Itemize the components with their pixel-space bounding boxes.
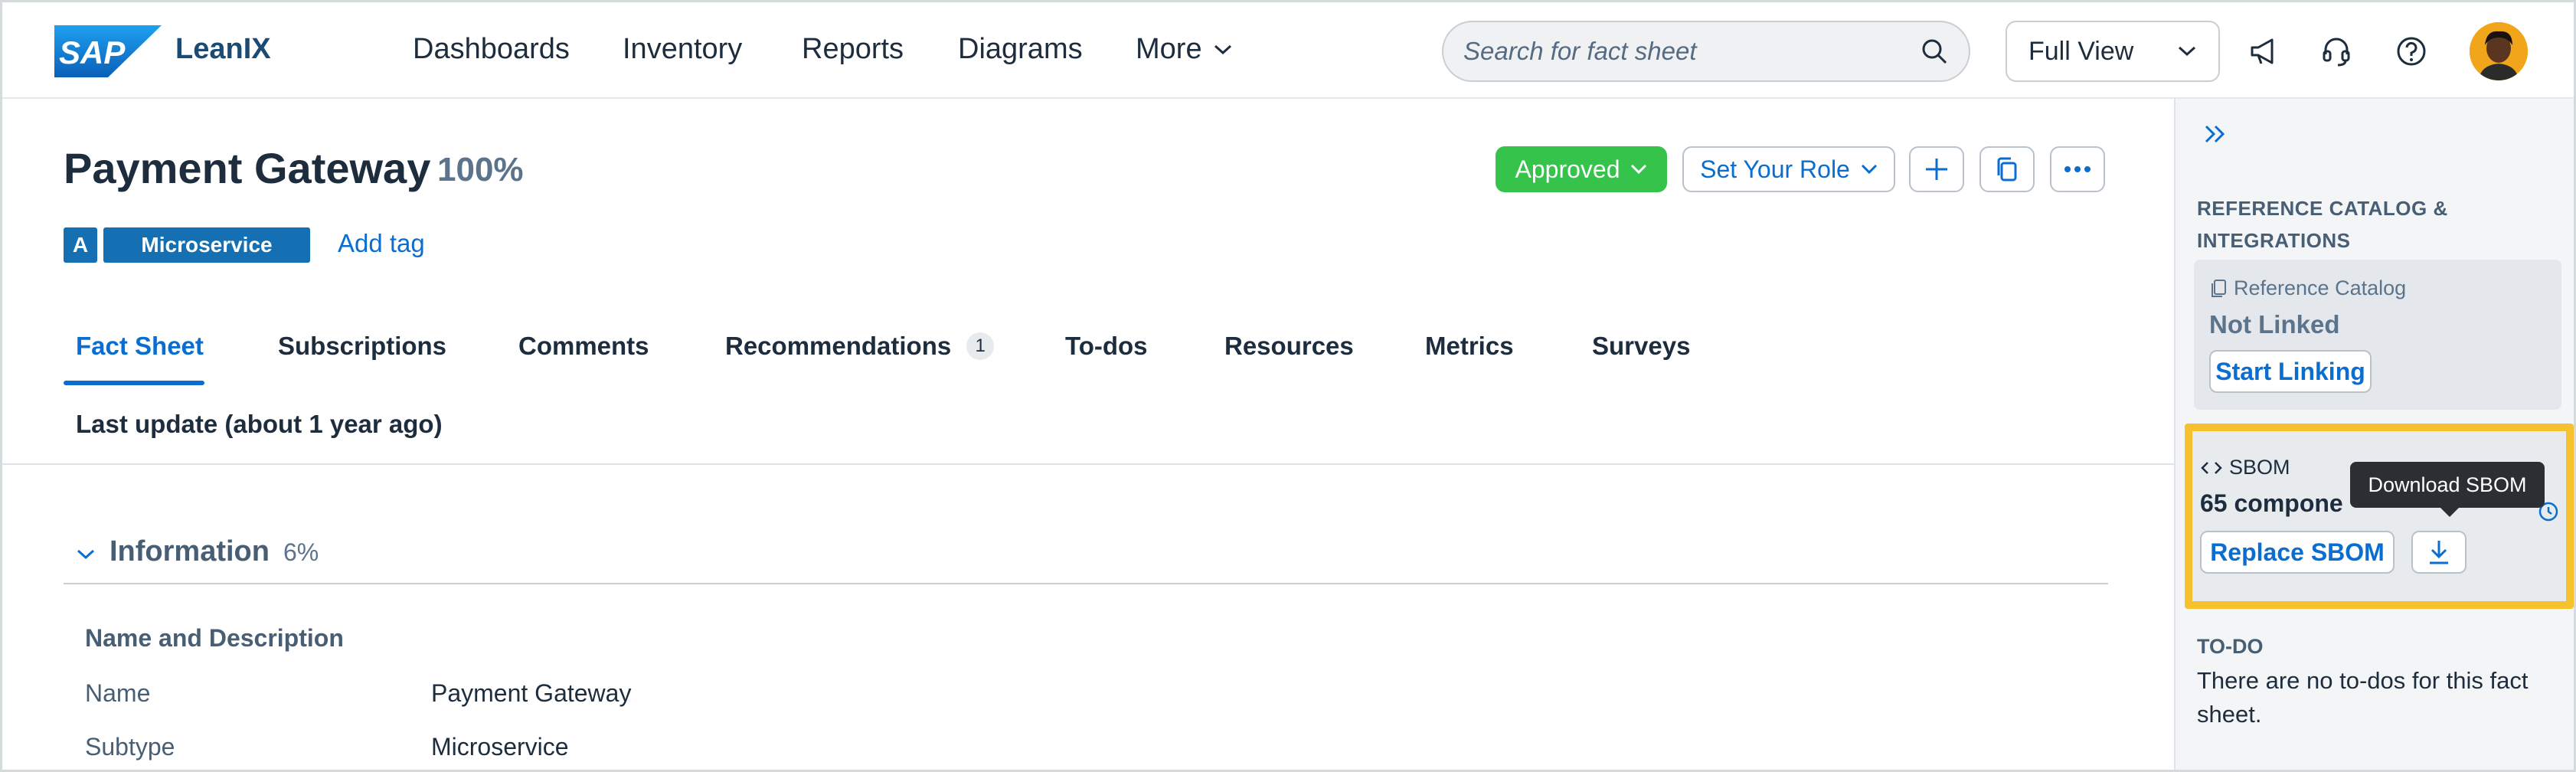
help-icon[interactable] xyxy=(2395,34,2428,68)
tab-recommendations[interactable]: Recommendations 1 xyxy=(725,332,995,361)
tab-metrics[interactable]: Metrics xyxy=(1425,332,1514,361)
right-panel: REFERENCE CATALOG & INTEGRATIONS Referen… xyxy=(2174,99,2574,770)
subsection-title: Name and Description xyxy=(85,624,344,652)
tab-surveys[interactable]: Surveys xyxy=(1592,332,1690,361)
code-icon xyxy=(2201,461,2222,474)
tab-comments[interactable]: Comments xyxy=(518,332,649,361)
brand-name[interactable]: LeanIX xyxy=(175,33,271,66)
field-label-subtype: Subtype xyxy=(85,733,175,761)
sbom-component-count: 65 compone xyxy=(2200,489,2343,517)
status-label: Approved xyxy=(1515,155,1620,183)
megaphone-icon[interactable] xyxy=(2247,34,2281,68)
set-role-button[interactable]: Set Your Role xyxy=(1682,146,1895,192)
todo-empty-text: There are no to-dos for this fact sheet. xyxy=(2197,667,2529,728)
tab-fact-sheet[interactable]: Fact Sheet xyxy=(76,332,204,361)
reference-catalog-status: Not Linked xyxy=(2209,310,2340,339)
tag-chip[interactable]: Microservice xyxy=(103,227,310,263)
page-title: Payment Gateway xyxy=(64,144,431,192)
replace-sbom-button[interactable]: Replace SBOM xyxy=(2200,531,2395,574)
nav-reports[interactable]: Reports xyxy=(802,33,904,66)
tab-todos[interactable]: To-dos xyxy=(1065,332,1148,361)
catalog-icon xyxy=(2212,279,2226,297)
headset-icon[interactable] xyxy=(2319,34,2353,68)
app-window: SAP LeanIX Dashboards Inventory Reports … xyxy=(0,0,2576,772)
copy-button[interactable] xyxy=(1979,146,2035,192)
information-section-toggle[interactable]: Information 6% xyxy=(76,535,319,568)
user-avatar[interactable] xyxy=(2470,22,2528,80)
search-icon[interactable] xyxy=(1920,37,1949,66)
completion-score: 100% xyxy=(437,151,524,188)
download-sbom-button[interactable] xyxy=(2411,531,2466,574)
field-value-subtype[interactable]: Microservice xyxy=(431,733,569,761)
last-update: Last update (about 1 year ago) xyxy=(76,410,443,438)
nav-more[interactable]: More xyxy=(1136,33,1233,66)
todo-heading: TO-DO xyxy=(2197,635,2264,658)
chevron-down-icon xyxy=(1631,164,1647,175)
nav-diagrams[interactable]: Diagrams xyxy=(958,33,1083,66)
download-icon xyxy=(2430,541,2448,564)
set-role-label: Set Your Role xyxy=(1700,155,1850,183)
start-linking-button[interactable]: Start Linking xyxy=(2209,350,2372,393)
nav-inventory[interactable]: Inventory xyxy=(623,33,742,66)
chevron-down-icon xyxy=(2178,46,2196,57)
field-label-name: Name xyxy=(85,679,151,707)
reference-catalog-label: Reference Catalog xyxy=(2234,276,2407,299)
view-select[interactable]: Full View xyxy=(2006,21,2220,82)
section-completion: 6% xyxy=(283,538,319,566)
avatar-icon xyxy=(2470,22,2528,80)
tab-subscriptions[interactable]: Subscriptions xyxy=(278,332,446,361)
search-input[interactable] xyxy=(1463,37,1920,66)
reference-catalog-label-row: Reference Catalog xyxy=(2209,276,2406,300)
nav-more-label: More xyxy=(1136,33,1202,65)
chevron-down-icon xyxy=(1861,164,1877,175)
download-sbom-tooltip: Download SBOM xyxy=(2350,462,2545,517)
add-button[interactable] xyxy=(1909,146,1964,192)
sbom-label: SBOM xyxy=(2229,456,2290,479)
reference-catalog-card: Reference Catalog Not Linked Start Linki… xyxy=(2194,260,2561,410)
chevron-down-icon xyxy=(77,549,95,560)
nav-dashboards[interactable]: Dashboards xyxy=(413,33,570,66)
copy-icon xyxy=(1997,157,2017,182)
sap-logo[interactable]: SAP xyxy=(54,25,162,77)
section-divider xyxy=(64,583,2108,584)
view-select-value: Full View xyxy=(2028,36,2134,66)
sbom-label-row: SBOM xyxy=(2200,456,2290,479)
top-bar: SAP LeanIX Dashboards Inventory Reports … xyxy=(2,2,2574,99)
more-actions-button[interactable] xyxy=(2050,146,2105,192)
recommendations-count-badge: 1 xyxy=(966,332,995,360)
panel-heading: REFERENCE CATALOG & INTEGRATIONS xyxy=(2197,197,2448,252)
plus-icon xyxy=(1926,159,1947,180)
add-tag-link[interactable]: Add tag xyxy=(338,229,425,258)
ellipsis-icon xyxy=(2064,166,2091,172)
chevron-down-icon xyxy=(1214,44,1231,54)
tag-category-letter: A xyxy=(64,227,97,263)
status-approved-button[interactable]: Approved xyxy=(1496,146,1667,192)
divider xyxy=(2,463,2174,465)
tab-resources[interactable]: Resources xyxy=(1224,332,1354,361)
field-value-name[interactable]: Payment Gateway xyxy=(431,679,631,708)
search-box xyxy=(1442,21,1970,82)
tab-recommendations-label: Recommendations xyxy=(725,332,952,360)
sap-logo-text: SAP xyxy=(59,34,126,70)
double-chevron-right-icon[interactable] xyxy=(2200,119,2231,149)
active-tab-indicator xyxy=(64,381,204,385)
section-title: Information xyxy=(110,535,270,568)
